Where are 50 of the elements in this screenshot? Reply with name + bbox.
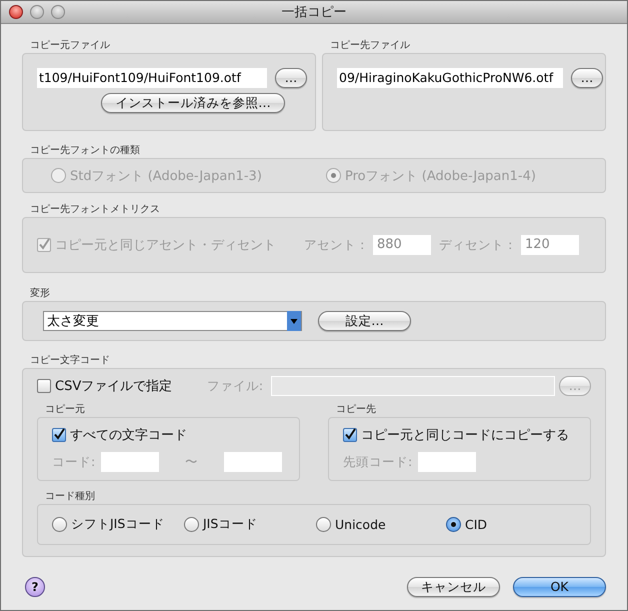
group-label: コピー先: [335, 403, 377, 417]
path-field[interactable]: 09/HiraginoKakuGothicProNW6.otf: [337, 68, 563, 88]
group-label: コピー元: [44, 403, 86, 417]
radio-button[interactable]: [316, 517, 331, 532]
checkbox-label: CSVファイルで指定: [55, 378, 172, 395]
code-field[interactable]: [224, 452, 282, 472]
group-label: コード種別: [44, 490, 96, 504]
group-label: コピー先フォントメトリクス: [29, 203, 161, 217]
zoom-icon[interactable]: [51, 5, 65, 19]
radio-label: Unicode: [335, 517, 386, 532]
code-field[interactable]: [101, 452, 160, 472]
checkbox-label: すべての文字コード: [70, 427, 187, 444]
browse-button[interactable]: …: [571, 68, 603, 88]
window-title: 一括コピー: [282, 4, 346, 21]
browse-button[interactable]: …: [275, 68, 307, 88]
minimize-icon[interactable]: [30, 5, 44, 19]
installed-button[interactable]: インストール済みを参照…: [101, 93, 285, 113]
code-field[interactable]: [418, 452, 476, 472]
radio-label: Proフォント (Adobe-Japan1-4): [345, 168, 536, 184]
radio-label: JISコード: [203, 516, 258, 533]
radio-label: Stdフォント (Adobe-Japan1-3): [70, 168, 262, 184]
group-label: コピー文字コード: [29, 354, 111, 368]
checkbox[interactable]: [343, 428, 357, 442]
path-field[interactable]: t109/HuiFont109/HuiFont109.otf: [37, 68, 267, 88]
checkbox-label: コピー元と同じコードにコピーする: [361, 427, 569, 444]
radio-label: シフトJISコード: [71, 516, 164, 533]
file-field[interactable]: [271, 376, 556, 396]
close-icon[interactable]: [9, 5, 23, 19]
radio-button[interactable]: [184, 517, 199, 532]
dropdown[interactable]: 太さ変更: [43, 311, 302, 331]
group-label: コピー先フォントの種類: [29, 144, 141, 158]
radio-button[interactable]: [52, 517, 67, 532]
checkbox[interactable]: [37, 379, 51, 393]
checkbox-label: コピー元と同じアセント・ディセント: [55, 237, 276, 254]
field-label: 先頭コード:: [343, 454, 412, 470]
group-label: コピー元ファイル: [29, 39, 111, 53]
checkbox[interactable]: [52, 428, 66, 442]
ok-button[interactable]: OK: [513, 577, 606, 597]
group-label: コピー先ファイル: [329, 39, 411, 53]
range-separator: 〜: [185, 454, 198, 470]
cancel-button[interactable]: キャンセル: [407, 577, 500, 597]
help-button[interactable]: ?: [25, 577, 45, 597]
settings-button[interactable]: 設定…: [318, 311, 411, 331]
radio-label: CID: [465, 517, 488, 532]
field-label: アセント：: [304, 236, 369, 254]
radio-button[interactable]: [446, 517, 461, 532]
field-label: コード:: [52, 454, 96, 470]
field-label: ディセント：: [439, 236, 517, 254]
group-label: 変形: [29, 287, 51, 301]
field-label: ファイル:: [206, 378, 264, 394]
